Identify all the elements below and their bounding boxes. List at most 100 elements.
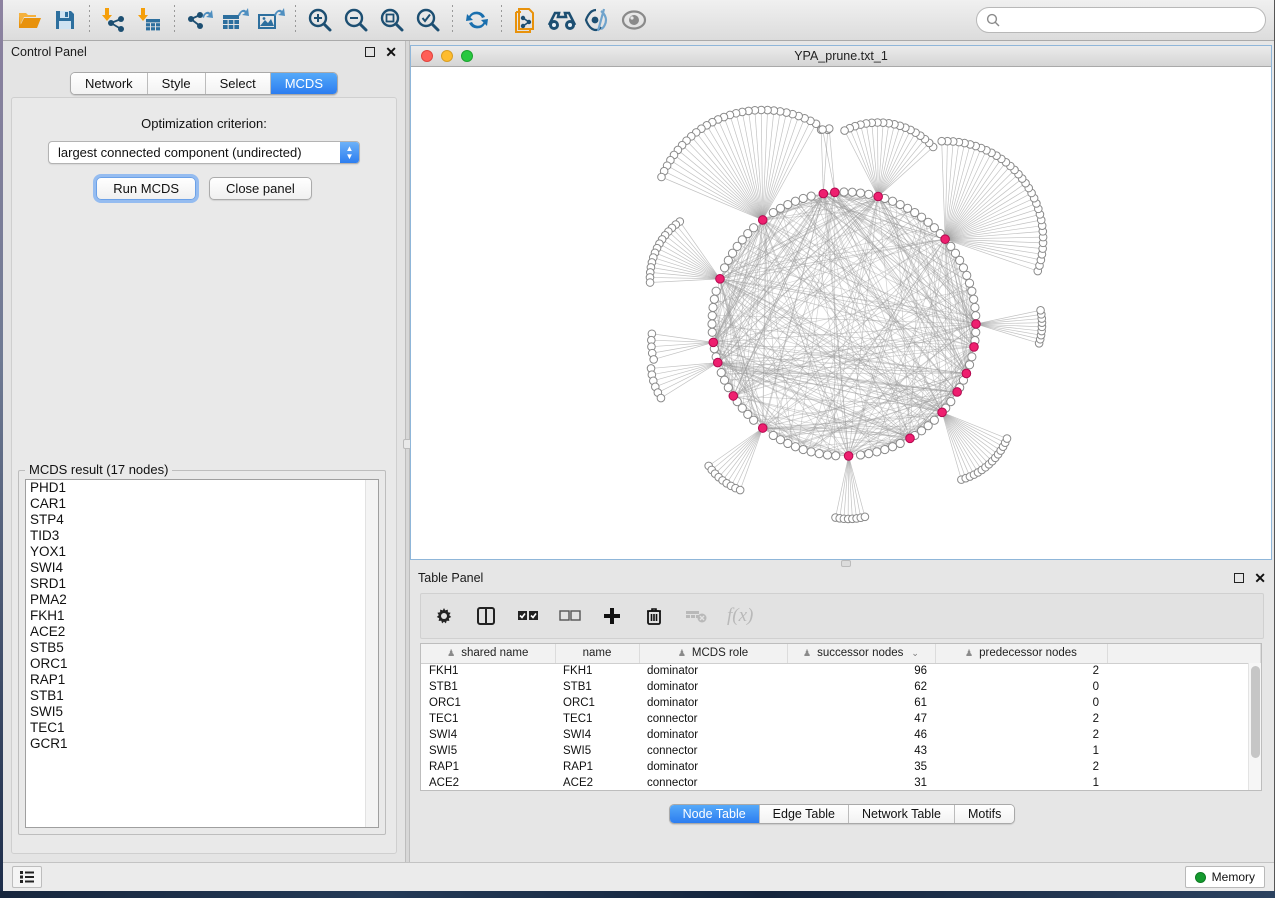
graph-node[interactable]: [840, 188, 848, 196]
graph-mcds-hub-node[interactable]: [758, 216, 767, 225]
zoom-in-icon[interactable]: [302, 3, 338, 37]
float-panel-icon[interactable]: [1234, 573, 1244, 583]
graph-node[interactable]: [724, 256, 732, 264]
graph-node[interactable]: [881, 445, 889, 453]
tab-mcds[interactable]: MCDS: [271, 73, 337, 94]
add-column-icon[interactable]: [601, 605, 623, 627]
graph-mcds-hub-node[interactable]: [953, 388, 962, 397]
graph-node[interactable]: [965, 279, 973, 287]
graph-mcds-hub-node[interactable]: [874, 192, 883, 201]
graph-node[interactable]: [784, 200, 792, 208]
graph-node[interactable]: [712, 287, 720, 295]
table-settings-gear-icon[interactable]: [433, 605, 455, 627]
table-cell[interactable]: TEC1: [421, 711, 555, 727]
graph-node[interactable]: [708, 320, 716, 328]
close-panel-icon[interactable]: ✕: [1254, 573, 1266, 583]
column-header-name[interactable]: name: [555, 644, 639, 663]
delete-column-icon[interactable]: [643, 605, 665, 627]
memory-button[interactable]: Memory: [1185, 866, 1265, 888]
graph-node[interactable]: [965, 361, 973, 369]
graph-leaf-node[interactable]: [861, 513, 869, 521]
table-cell[interactable]: ORC1: [555, 695, 639, 711]
graph-node[interactable]: [720, 264, 728, 272]
graph-node[interactable]: [888, 197, 896, 205]
tab-style[interactable]: Style: [148, 73, 206, 94]
first-neighbors-icon[interactable]: [544, 3, 580, 37]
graph-node[interactable]: [709, 303, 717, 311]
table-row[interactable]: SWI4SWI4dominator462: [421, 727, 1261, 743]
table-row[interactable]: SWI5SWI5connector431: [421, 743, 1261, 759]
export-table-icon[interactable]: [217, 3, 253, 37]
result-node-item[interactable]: STB5: [26, 640, 378, 656]
column-selector-icon[interactable]: [475, 605, 497, 627]
close-panel-icon[interactable]: ✕: [385, 47, 397, 57]
table-cell[interactable]: ACE2: [421, 775, 555, 791]
table-cell[interactable]: connector: [639, 743, 787, 759]
table-cell[interactable]: SWI5: [421, 743, 555, 759]
column-header-MCDS-role[interactable]: ♟MCDS role: [639, 644, 787, 663]
graph-node[interactable]: [873, 448, 881, 456]
table-cell[interactable]: dominator: [639, 727, 787, 743]
graph-node[interactable]: [930, 416, 938, 424]
graph-mcds-hub-node[interactable]: [819, 189, 828, 198]
column-header-successor-nodes[interactable]: ♟successor nodes⌄: [787, 644, 935, 663]
table-cell[interactable]: dominator: [639, 695, 787, 711]
criterion-select[interactable]: largest connected component (undirected)…: [48, 141, 360, 164]
graph-node[interactable]: [947, 242, 955, 250]
graph-node[interactable]: [856, 451, 864, 459]
table-cell[interactable]: RAP1: [555, 759, 639, 775]
graph-node[interactable]: [720, 376, 728, 384]
graph-mcds-hub-node[interactable]: [844, 452, 853, 461]
run-mcds-button[interactable]: Run MCDS: [96, 177, 196, 200]
graph-mcds-hub-node[interactable]: [729, 392, 738, 401]
graph-node[interactable]: [708, 312, 716, 320]
table-cell[interactable]: ORC1: [421, 695, 555, 711]
result-node-item[interactable]: ORC1: [26, 656, 378, 672]
apply-layout-icon[interactable]: [459, 3, 495, 37]
network-window-titlebar[interactable]: YPA_prune.txt_1: [411, 46, 1271, 67]
table-row[interactable]: ACE2ACE2connector311: [421, 775, 1261, 791]
result-list-scrollbar[interactable]: [365, 480, 378, 827]
table-cell[interactable]: STB1: [421, 679, 555, 695]
tab-network-table[interactable]: Network Table: [849, 805, 955, 823]
table-cell[interactable]: 61: [787, 695, 935, 711]
graph-mcds-hub-node[interactable]: [972, 320, 981, 329]
graph-node[interactable]: [791, 197, 799, 205]
hide-selection-icon[interactable]: [580, 3, 616, 37]
table-cell[interactable]: dominator: [639, 663, 787, 679]
graph-node[interactable]: [823, 451, 831, 459]
graph-node[interactable]: [717, 368, 725, 376]
graph-leaf-node[interactable]: [736, 486, 744, 494]
graph-node[interactable]: [799, 445, 807, 453]
graph-leaf-node[interactable]: [657, 394, 665, 402]
graph-node[interactable]: [896, 200, 904, 208]
table-scrollbar[interactable]: [1248, 663, 1261, 790]
table-cell[interactable]: FKH1: [421, 663, 555, 679]
table-cell[interactable]: 0: [935, 679, 1107, 695]
search-box[interactable]: [976, 7, 1266, 33]
table-cell[interactable]: FKH1: [555, 663, 639, 679]
graph-mcds-hub-node[interactable]: [938, 408, 947, 417]
table-row[interactable]: ORC1ORC1dominator610: [421, 695, 1261, 711]
result-node-item[interactable]: FKH1: [26, 608, 378, 624]
search-input[interactable]: [1000, 13, 1256, 27]
graph-node[interactable]: [769, 208, 777, 216]
graph-leaf-node[interactable]: [650, 356, 658, 364]
graph-node[interactable]: [799, 194, 807, 202]
tab-edge-table[interactable]: Edge Table: [760, 805, 849, 823]
result-node-item[interactable]: STB1: [26, 688, 378, 704]
graph-node[interactable]: [791, 443, 799, 451]
graph-node[interactable]: [963, 271, 971, 279]
horizontal-splitter[interactable]: [410, 560, 1272, 567]
tab-network[interactable]: Network: [71, 73, 148, 94]
graph-leaf-node[interactable]: [646, 279, 654, 287]
graph-node[interactable]: [968, 353, 976, 361]
table-cell[interactable]: 1: [935, 775, 1107, 791]
graph-node[interactable]: [968, 287, 976, 295]
result-node-item[interactable]: TEC1: [26, 720, 378, 736]
graph-mcds-hub-node[interactable]: [709, 338, 718, 347]
graph-node[interactable]: [972, 312, 980, 320]
zoom-selected-icon[interactable]: [410, 3, 446, 37]
export-image-icon[interactable]: [253, 3, 289, 37]
graph-mcds-hub-node[interactable]: [906, 434, 915, 443]
